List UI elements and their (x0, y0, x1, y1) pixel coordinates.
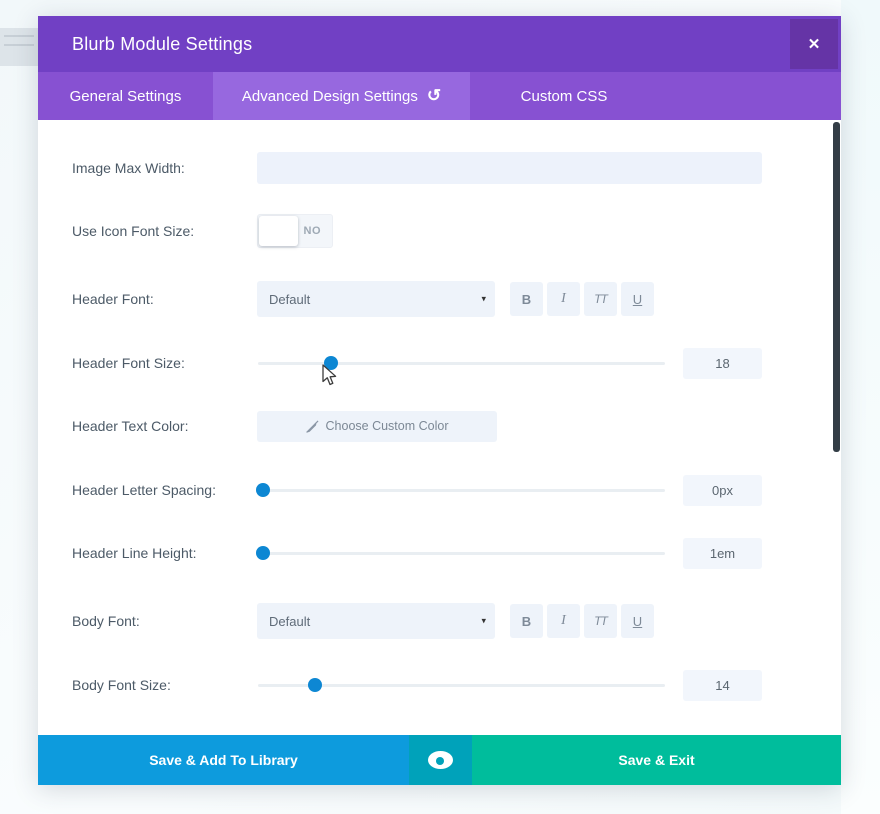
font-style-buttons: B I TT U (510, 604, 654, 638)
field-row-header-font: Header Font: Default ▾ B I TT U (72, 267, 762, 331)
header-font-select[interactable]: Default ▾ (257, 281, 495, 317)
field-label: Header Font: (72, 291, 257, 307)
select-value: Default (269, 614, 310, 629)
body-font-size-slider[interactable] (258, 653, 665, 717)
header-letter-spacing-value[interactable]: 0px (683, 475, 762, 506)
background-line (4, 35, 34, 37)
header-letter-spacing-slider[interactable] (258, 458, 665, 522)
close-button[interactable]: ✕ (790, 19, 838, 69)
modal-footer: Save & Add To Library Save & Exit (38, 735, 841, 785)
field-label: Header Letter Spacing: (72, 482, 257, 498)
bold-button[interactable]: B (510, 604, 543, 638)
background-page-fragment (0, 28, 38, 66)
color-button-label: Choose Custom Color (326, 419, 449, 433)
header-font-size-value[interactable]: 18 (683, 348, 762, 379)
smallcaps-button[interactable]: TT (584, 604, 617, 638)
slider-handle[interactable] (308, 678, 322, 692)
select-value: Default (269, 292, 310, 307)
field-label: Header Font Size: (72, 355, 257, 371)
tab-label: Advanced Design Settings (242, 88, 418, 105)
field-row-image-max-width: Image Max Width: (72, 136, 762, 200)
field-label: Body Font: (72, 613, 257, 629)
toggle-state-label: NO (304, 225, 322, 237)
scrollbar-thumb[interactable] (833, 122, 840, 452)
preview-button[interactable] (409, 735, 472, 785)
field-label: Body Font Size: (72, 677, 257, 693)
field-row-body-font-size: Body Font Size: 14 (72, 653, 762, 717)
background-page-strip (841, 0, 880, 814)
tab-label: General Settings (70, 88, 182, 105)
slider-track[interactable] (258, 489, 665, 492)
save-exit-button[interactable]: Save & Exit (472, 735, 841, 785)
header-font-size-slider[interactable] (258, 331, 665, 395)
modal-body: Image Max Width: Use Icon Font Size: NO … (38, 120, 841, 735)
field-label: Header Text Color: (72, 418, 257, 434)
field-row-use-icon-font-size: Use Icon Font Size: NO (72, 199, 762, 263)
field-label: Use Icon Font Size: (72, 223, 257, 239)
underline-button[interactable]: U (621, 604, 654, 638)
field-row-header-letter-spacing: Header Letter Spacing: 0px (72, 458, 762, 522)
use-icon-font-size-toggle[interactable]: NO (257, 214, 333, 248)
tab-advanced-design-settings[interactable]: Advanced Design Settings ↺ (213, 72, 470, 120)
slider-handle[interactable] (324, 356, 338, 370)
modal-header: Blurb Module Settings ✕ (38, 16, 841, 72)
modal-tabs: General Settings Advanced Design Setting… (38, 72, 841, 120)
field-row-header-font-size: Header Font Size: 18 (72, 331, 762, 395)
field-label: Image Max Width: (72, 160, 257, 176)
slider-handle[interactable] (256, 546, 270, 560)
blurb-module-settings-modal: Blurb Module Settings ✕ General Settings… (38, 16, 841, 785)
font-style-buttons: B I TT U (510, 282, 654, 316)
chevron-down-icon: ▾ (481, 294, 486, 305)
reset-icon[interactable]: ↺ (427, 87, 441, 104)
toggle-knob[interactable] (259, 216, 298, 246)
chevron-down-icon: ▾ (481, 616, 486, 627)
header-line-height-slider[interactable] (258, 521, 665, 585)
image-max-width-input[interactable] (257, 152, 762, 184)
header-line-height-value[interactable]: 1em (683, 538, 762, 569)
eyedropper-icon (306, 420, 319, 433)
field-row-header-text-color: Header Text Color: Choose Custom Color (72, 394, 762, 458)
field-label: Header Line Height: (72, 545, 257, 561)
field-row-body-font: Body Font: Default ▾ B I TT U (72, 589, 762, 653)
body-font-select[interactable]: Default ▾ (257, 603, 495, 639)
bold-button[interactable]: B (510, 282, 543, 316)
tab-general-settings[interactable]: General Settings (38, 72, 213, 120)
modal-title: Blurb Module Settings (38, 34, 252, 55)
tab-custom-css[interactable]: Custom CSS (470, 72, 658, 120)
body-font-size-value[interactable]: 14 (683, 670, 762, 701)
italic-button[interactable]: I (547, 604, 580, 638)
slider-track[interactable] (258, 362, 665, 365)
slider-handle[interactable] (256, 483, 270, 497)
tab-label: Custom CSS (521, 88, 608, 105)
save-add-to-library-button[interactable]: Save & Add To Library (38, 735, 409, 785)
eye-icon (428, 751, 453, 769)
choose-custom-color-button[interactable]: Choose Custom Color (257, 411, 497, 442)
italic-button[interactable]: I (547, 282, 580, 316)
slider-track[interactable] (258, 552, 665, 555)
field-row-header-line-height: Header Line Height: 1em (72, 521, 762, 585)
close-icon: ✕ (808, 35, 821, 53)
smallcaps-button[interactable]: TT (584, 282, 617, 316)
underline-button[interactable]: U (621, 282, 654, 316)
background-line (4, 44, 34, 46)
